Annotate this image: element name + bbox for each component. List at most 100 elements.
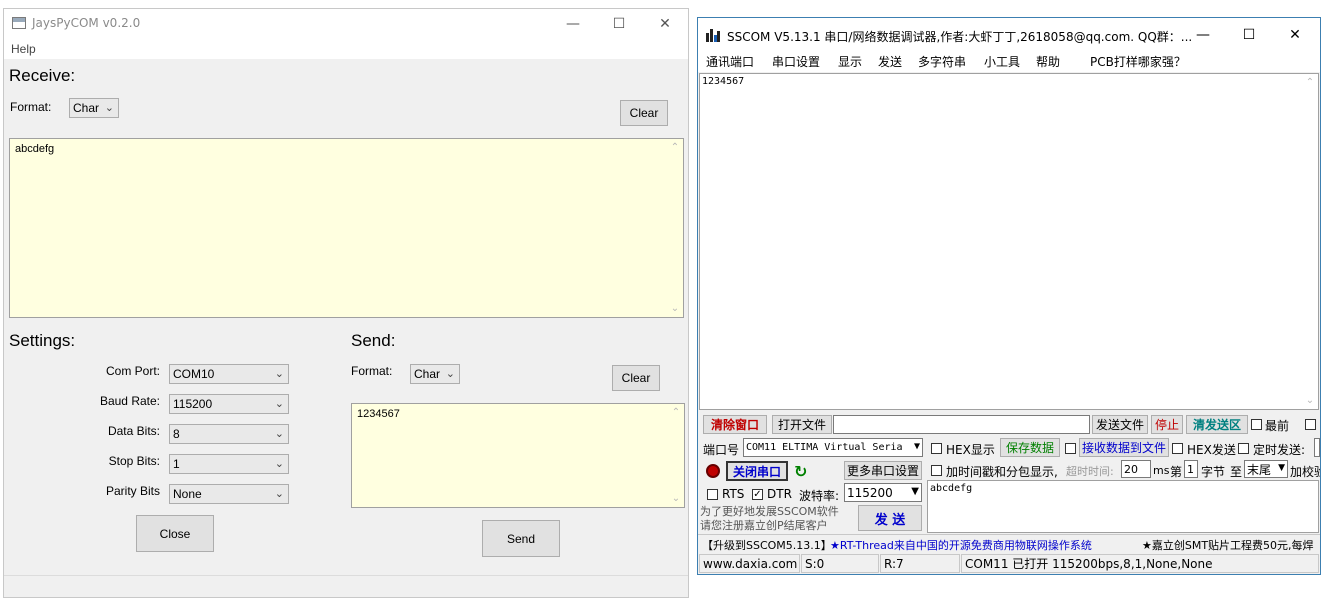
send-button[interactable]: 发 送 xyxy=(858,505,922,531)
dropdown-arrow-icon: ▼ xyxy=(913,441,920,452)
scroll-down-icon[interactable]: ⌄ xyxy=(672,493,680,504)
send-format-select[interactable]: Char ⌄ xyxy=(410,364,460,384)
checksum-label: 加校验 xyxy=(1290,465,1320,479)
close-icon[interactable]: ✕ xyxy=(1272,20,1318,50)
rt-thread-link[interactable]: ★RT-Thread来自中国的开源免费商用物联网操作系统 xyxy=(830,537,1092,552)
timestamp-checkbox[interactable] xyxy=(931,465,942,476)
scroll-up-icon[interactable]: ⌃ xyxy=(672,407,680,418)
scroll-up-icon[interactable]: ⌃ xyxy=(671,142,679,153)
menu-pcb[interactable]: PCB打样哪家强？ xyxy=(1090,53,1186,70)
send-textarea[interactable]: 1234567 ⌃ ⌄ xyxy=(351,403,685,508)
menu-display[interactable]: 显示 xyxy=(838,53,862,70)
scroll-down-icon[interactable]: ⌄ xyxy=(1306,395,1314,406)
status-site[interactable]: www.daxia.com xyxy=(699,554,800,573)
rts-checkbox[interactable] xyxy=(707,489,718,500)
app-icon xyxy=(12,17,26,29)
to-label: 至 xyxy=(1230,465,1243,479)
timed-send-input[interactable] xyxy=(1314,438,1320,457)
toolbar-row: 清除窗口 打开文件 发送文件 停止 清发送区 最前 xyxy=(698,414,1320,436)
close-icon[interactable]: ✕ xyxy=(642,9,688,39)
more-settings-button[interactable]: 更多串口设置 xyxy=(844,461,922,480)
timed-send-checkbox[interactable] xyxy=(1238,443,1249,454)
topmost-label: 最前 xyxy=(1265,419,1290,433)
baud-select[interactable]: 115200 ▼ xyxy=(844,483,922,502)
timeout-label: 超时时间: xyxy=(1066,465,1114,478)
dtr-label: DTR xyxy=(767,487,792,501)
options-panel: HEX显示 保存数据 接收数据到文件 HEX发送 定时发送: 加时间戳和分包显示… xyxy=(928,437,1320,481)
send-text: abcdefg xyxy=(930,483,973,494)
data-bits-value: 8 xyxy=(173,427,180,441)
maximize-icon[interactable]: ☐ xyxy=(1226,20,1272,50)
minimize-icon[interactable]: — xyxy=(550,9,596,39)
clear-window-button[interactable]: 清除窗口 xyxy=(703,415,767,434)
stop-bits-value: 1 xyxy=(173,457,180,471)
upgrade-link[interactable]: 【升级到SSCOM5.13.1】 xyxy=(702,537,832,552)
receive-clear-button[interactable]: Clear xyxy=(620,100,668,126)
end-select[interactable]: 末尾 ▼ xyxy=(1244,460,1288,478)
menu-tools[interactable]: 小工具 xyxy=(984,53,1020,70)
send-area[interactable]: abcdefg xyxy=(927,480,1319,533)
scroll-up-icon[interactable]: ⌃ xyxy=(1306,77,1314,88)
menu-help[interactable]: 帮助 xyxy=(1036,53,1060,70)
nth-label: 第 xyxy=(1170,465,1183,479)
chevron-down-icon: ⌄ xyxy=(274,488,284,500)
menu-help[interactable]: Help xyxy=(11,42,36,56)
english-checkbox[interactable] xyxy=(1305,419,1316,430)
receive-textarea[interactable]: abcdefg ⌃ ⌄ xyxy=(9,138,684,318)
maximize-icon[interactable]: ☐ xyxy=(596,9,642,39)
receive-scrollbar[interactable]: ⌃ ⌄ xyxy=(1302,74,1318,409)
scroll-down-icon[interactable]: ⌄ xyxy=(671,303,679,314)
stop-button[interactable]: 停止 xyxy=(1151,415,1183,434)
rts-label: RTS xyxy=(722,487,745,501)
parity-bits-select[interactable]: None ⌄ xyxy=(169,484,289,504)
status-port: COM11 已打开 115200bps,8,1,None,None xyxy=(961,554,1319,573)
send-format-label: Format: xyxy=(351,364,393,378)
settings-heading: Settings: xyxy=(9,331,76,350)
timed-send-label: 定时发送: xyxy=(1253,443,1306,457)
menu-serial-settings[interactable]: 串口设置 xyxy=(772,53,820,70)
recv-to-file-button[interactable]: 接收数据到文件 xyxy=(1079,438,1169,457)
close-port-button[interactable]: 关闭串口 xyxy=(726,461,788,481)
send-button[interactable]: Send xyxy=(482,520,560,557)
menu-send[interactable]: 发送 xyxy=(878,53,902,70)
receive-scrollbar[interactable]: ⌃ ⌄ xyxy=(667,139,683,317)
port-select[interactable]: COM11 ELTIMA Virtual Seria ▼ xyxy=(743,438,923,457)
title-bar: SSCOM V5.13.1 串口/网络数据调试器,作者:大虾丁丁,2618058… xyxy=(698,18,1320,51)
com-port-select[interactable]: COM10 ⌄ xyxy=(169,364,289,384)
chevron-down-icon: ⌄ xyxy=(274,458,284,470)
jayspycom-window: JaysPyCOM v0.2.0 — ☐ ✕ Help Receive: For… xyxy=(3,8,689,598)
recv-to-file-checkbox[interactable] xyxy=(1065,443,1076,454)
receive-format-label: Format: xyxy=(10,100,52,114)
send-clear-button[interactable]: Clear xyxy=(612,365,660,391)
window-title: SSCOM V5.13.1 串口/网络数据调试器,作者:大虾丁丁,2618058… xyxy=(727,30,1193,44)
byte-input[interactable]: 1 xyxy=(1184,460,1198,478)
hex-send-checkbox[interactable] xyxy=(1172,443,1183,454)
menu-multi-string[interactable]: 多字符串 xyxy=(918,53,966,70)
close-port-button[interactable]: Close xyxy=(136,515,214,552)
minimize-icon[interactable]: — xyxy=(1180,20,1226,50)
clear-send-area-button[interactable]: 清发送区 xyxy=(1186,415,1248,434)
data-bits-select[interactable]: 8 ⌄ xyxy=(169,424,289,444)
refresh-icon[interactable]: ↻ xyxy=(794,462,807,481)
baud-value: 115200 xyxy=(847,485,893,500)
hex-display-checkbox[interactable] xyxy=(931,443,942,454)
promo-line-1: 为了更好地发展SSCOM软件 xyxy=(700,505,839,518)
file-path-input[interactable] xyxy=(833,415,1090,434)
parity-bits-value: None xyxy=(173,487,202,501)
dtr-checkbox[interactable]: ✓ xyxy=(752,489,763,500)
stop-bits-select[interactable]: 1 ⌄ xyxy=(169,454,289,474)
send-scrollbar[interactable]: ⌃ ⌄ xyxy=(668,404,684,507)
receive-format-select[interactable]: Char ⌄ xyxy=(69,98,119,118)
save-data-button[interactable]: 保存数据 xyxy=(1000,438,1060,457)
topmost-checkbox[interactable] xyxy=(1251,419,1262,430)
menu-comm-port[interactable]: 通讯端口 xyxy=(706,53,754,70)
timeout-input[interactable]: 20 xyxy=(1121,460,1151,478)
open-file-button[interactable]: 打开文件 xyxy=(772,415,832,434)
send-file-button[interactable]: 发送文件 xyxy=(1092,415,1148,434)
end-value: 末尾 xyxy=(1247,462,1272,477)
jlc-link[interactable]: ★嘉立创SMT贴片工程费50元,每焊 xyxy=(1142,537,1314,552)
baud-rate-select[interactable]: 115200 ⌄ xyxy=(169,394,289,414)
receive-area[interactable]: 1234567 ⌃ ⌄ xyxy=(699,73,1319,410)
send-text: 1234567 xyxy=(357,408,400,420)
receive-format-value: Char xyxy=(73,101,100,115)
